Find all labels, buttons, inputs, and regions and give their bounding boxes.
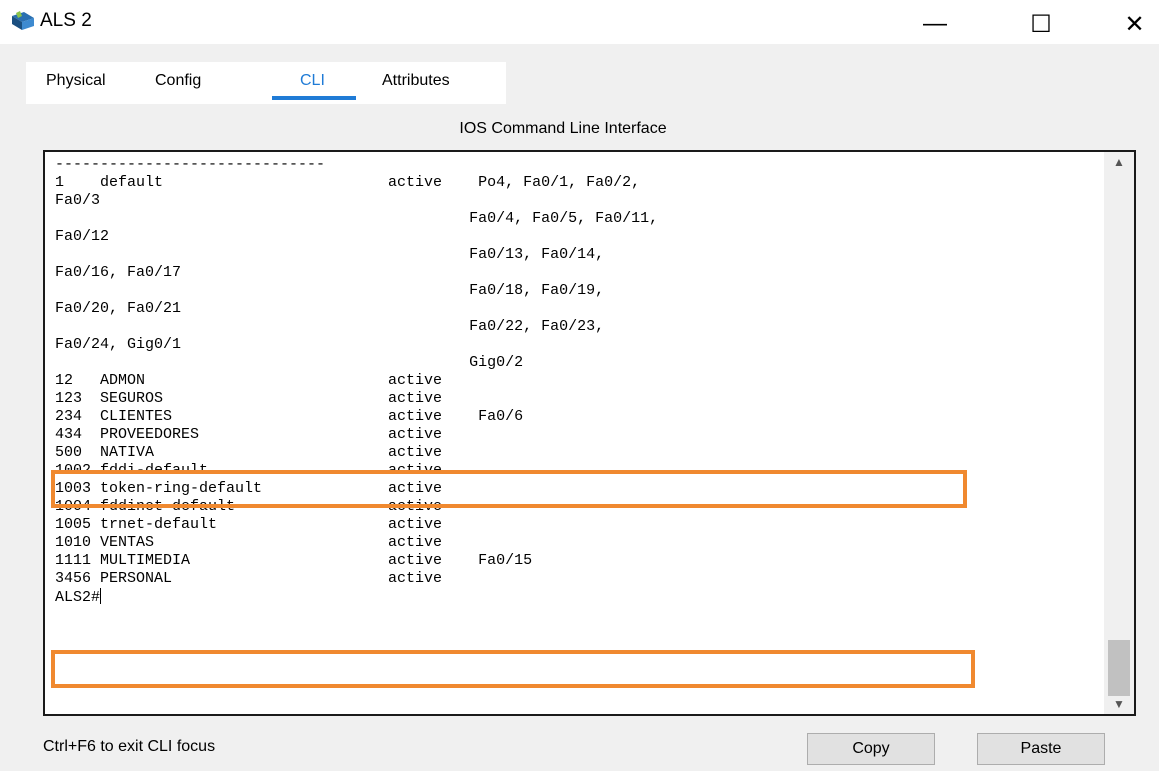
- active-tab-indicator: [272, 96, 356, 100]
- terminal-line: Fa0/4, Fa0/5, Fa0/11,: [55, 210, 659, 227]
- terminal-line: 12 ADMON active: [55, 372, 443, 389]
- terminal-line: Fa0/18, Fa0/19,: [55, 282, 605, 299]
- cli-focus-hint: Ctrl+F6 to exit CLI focus: [43, 738, 216, 755]
- scroll-up-icon[interactable]: ▲: [1104, 152, 1134, 172]
- scroll-down-icon[interactable]: ▼: [1104, 694, 1134, 714]
- packet-tracer-switch-icon: [10, 10, 36, 34]
- tab-physical[interactable]: Physical: [46, 72, 106, 90]
- terminal-line: 1005 trnet-default active: [55, 516, 443, 533]
- window-title: ALS 2: [40, 10, 92, 31]
- terminal-line: 434 PROVEEDORES active: [55, 426, 443, 443]
- terminal-line: 1111 MULTIMEDIA active Fa0/15: [55, 552, 533, 569]
- paste-button[interactable]: Paste: [977, 733, 1105, 765]
- panel-title: IOS Command Line Interface: [459, 120, 667, 137]
- terminal-line: Gig0/2: [55, 354, 524, 371]
- terminal-line: 1010 VENTAS active: [55, 534, 443, 551]
- terminal-line: Fa0/20, Fa0/21: [55, 300, 182, 317]
- title-bar: ALS 2 — ☐ ✕: [0, 6, 1159, 44]
- maximize-button[interactable]: ☐: [1011, 6, 1071, 42]
- tab-cli[interactable]: CLI: [300, 72, 325, 90]
- copy-button[interactable]: Copy: [807, 733, 935, 765]
- text-cursor: [100, 588, 102, 604]
- minimize-button[interactable]: —: [905, 6, 965, 42]
- terminal-line: ------------------------------: [55, 156, 326, 173]
- terminal-line: Fa0/13, Fa0/14,: [55, 246, 605, 263]
- scrollbar-thumb[interactable]: [1108, 640, 1130, 696]
- terminal-line: Fa0/24, Gig0/1: [55, 336, 182, 353]
- terminal-line: 1 default active Po4, Fa0/1, Fa0/2,: [55, 174, 641, 191]
- highlight-box-multimedia: [51, 650, 975, 688]
- terminal-line: 3456 PERSONAL active: [55, 570, 443, 587]
- terminal-line: Fa0/12: [55, 228, 110, 245]
- tab-bar: Physical Config CLI Attributes: [26, 62, 506, 104]
- tab-config[interactable]: Config: [155, 72, 201, 90]
- terminal-line: Fa0/16, Fa0/17: [55, 264, 182, 281]
- terminal-line: ALS2#: [55, 588, 102, 606]
- vertical-scrollbar[interactable]: ▲ ▼: [1104, 152, 1134, 714]
- terminal-line: Fa0/3: [55, 192, 101, 209]
- tab-attributes[interactable]: Attributes: [382, 72, 450, 90]
- highlight-box-clientes: [51, 470, 967, 508]
- terminal-line: 234 CLIENTES active Fa0/6: [55, 408, 524, 425]
- terminal-line: Fa0/22, Fa0/23,: [55, 318, 605, 335]
- terminal-line: 500 NATIVA active: [55, 444, 443, 461]
- close-button[interactable]: ✕: [1110, 6, 1159, 42]
- terminal-line: 123 SEGUROS active: [55, 390, 443, 407]
- cli-terminal[interactable]: ------------------------------ 1 default …: [43, 150, 1136, 716]
